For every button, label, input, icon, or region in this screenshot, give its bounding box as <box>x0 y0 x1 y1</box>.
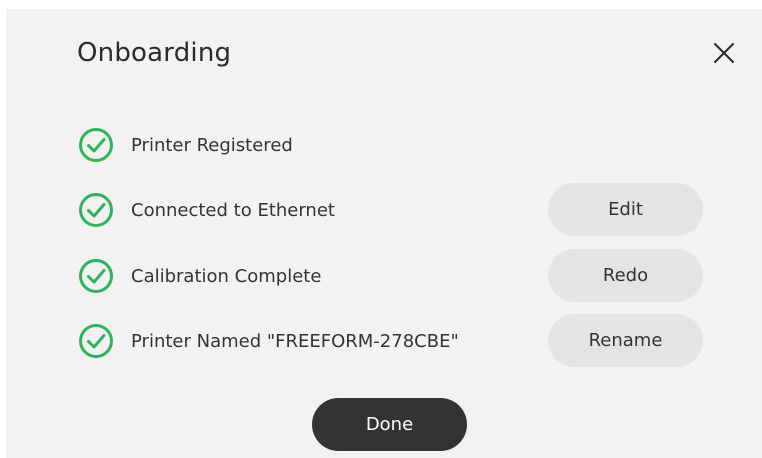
step-label: Connected to Ethernet <box>131 199 335 221</box>
step-label: Printer Registered <box>131 134 293 156</box>
step-printer-named: Printer Named "FREEFORM-278CBE" <box>78 317 459 365</box>
check-circle-icon <box>78 192 114 228</box>
check-circle-icon <box>78 258 114 294</box>
onboarding-dialog: Onboarding Printer Registered Connected … <box>6 9 762 458</box>
edit-button[interactable]: Edit <box>548 183 703 236</box>
rename-button[interactable]: Rename <box>548 314 703 367</box>
check-circle-icon <box>78 323 114 359</box>
step-calibration-complete: Calibration Complete <box>78 252 321 300</box>
step-connected-ethernet: Connected to Ethernet <box>78 186 335 234</box>
dialog-title: Onboarding <box>77 38 232 68</box>
check-circle-icon <box>78 127 114 163</box>
redo-button[interactable]: Redo <box>548 249 703 302</box>
done-button[interactable]: Done <box>312 398 467 451</box>
close-icon[interactable] <box>710 39 738 67</box>
step-label: Calibration Complete <box>131 265 322 287</box>
step-printer-registered: Printer Registered <box>78 121 293 169</box>
step-label: Printer Named "FREEFORM-278CBE" <box>131 330 459 352</box>
